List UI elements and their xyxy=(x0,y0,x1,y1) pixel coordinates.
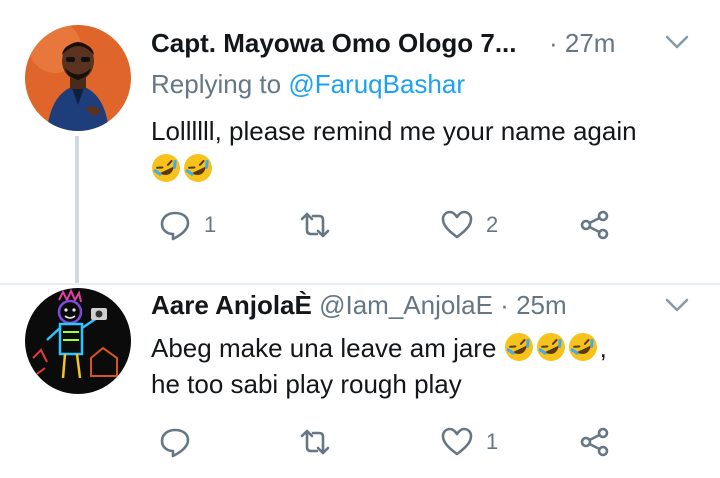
tweet-text-line: Lollllll, please remind me your name aga… xyxy=(151,116,637,146)
like-button[interactable]: 2 xyxy=(440,208,498,242)
replying-to-label: Replying to xyxy=(151,69,282,99)
author-handle[interactable]: @Iam_AnjolaE xyxy=(319,290,493,320)
laughing-emoji-icon xyxy=(568,333,597,361)
emoji-row xyxy=(151,151,637,187)
laughing-emoji-icon xyxy=(184,154,212,182)
tweet-2[interactable]: Aare AnjolaÈ @Iam_AnjolaE · 25m Abeg mak… xyxy=(0,285,720,478)
tweet-time[interactable]: 27m xyxy=(565,28,616,58)
reply-button[interactable] xyxy=(158,425,204,459)
like-icon xyxy=(441,210,473,239)
chevron-down-icon[interactable] xyxy=(664,295,690,315)
tweet-text-line2: he too sabi play rough play xyxy=(151,369,462,399)
chevron-down-icon[interactable] xyxy=(664,32,690,52)
reply-count: 1 xyxy=(204,212,217,237)
avatar-capt-mayowa[interactable] xyxy=(25,25,131,131)
laughing-emoji-icon xyxy=(504,333,533,361)
reply-button[interactable]: 1 xyxy=(158,208,216,242)
tweet-time[interactable]: 25m xyxy=(516,290,567,320)
share-button[interactable] xyxy=(578,208,612,242)
avatar-aare-anjolae[interactable] xyxy=(25,288,131,394)
share-icon xyxy=(580,210,609,240)
reply-icon xyxy=(160,211,190,241)
share-button[interactable] xyxy=(578,425,612,459)
author-name[interactable]: Aare AnjolaÈ xyxy=(151,290,312,320)
thread-line xyxy=(75,136,79,284)
laughing-emoji-icon xyxy=(152,154,180,182)
tweet-actions: 1 xyxy=(158,425,628,465)
share-icon xyxy=(580,427,609,457)
tweet-actions: 1 2 xyxy=(158,208,628,248)
separator-dot: · xyxy=(548,28,558,58)
retweet-button[interactable] xyxy=(298,425,344,459)
retweet-icon xyxy=(300,429,330,455)
replying-to: Replying to @FaruqBashar xyxy=(151,67,465,101)
retweet-button[interactable] xyxy=(298,208,344,242)
laughing-emoji-icon xyxy=(536,333,565,361)
tweet-text-line1: Abeg make una leave am jare xyxy=(151,333,497,363)
tweet-text-line1-suffix: , xyxy=(599,333,607,363)
author-name[interactable]: Capt. Mayowa Omo Ologo 7... xyxy=(151,28,517,58)
separator-dot: · xyxy=(500,290,509,320)
like-icon xyxy=(441,427,473,456)
replying-to-handle[interactable]: @FaruqBashar xyxy=(288,69,465,99)
tweet-header: Capt. Mayowa Omo Ologo 7... · 27m xyxy=(151,26,615,60)
like-count: 1 xyxy=(486,429,499,454)
tweet-header: Aare AnjolaÈ @Iam_AnjolaE · 25m xyxy=(151,288,567,322)
like-count: 2 xyxy=(486,212,499,237)
reply-icon xyxy=(160,428,190,458)
tweet-text-line: Abeg make una leave am jare , xyxy=(151,330,607,366)
retweet-icon xyxy=(300,212,330,238)
tweet-1[interactable]: Capt. Mayowa Omo Ologo 7... · 27m Replyi… xyxy=(0,0,720,284)
tweet-text: Lollllll, please remind me your name aga… xyxy=(151,113,637,187)
tweet-text: Abeg make una leave am jare , he too sab… xyxy=(151,330,607,402)
like-button[interactable]: 1 xyxy=(440,425,498,459)
